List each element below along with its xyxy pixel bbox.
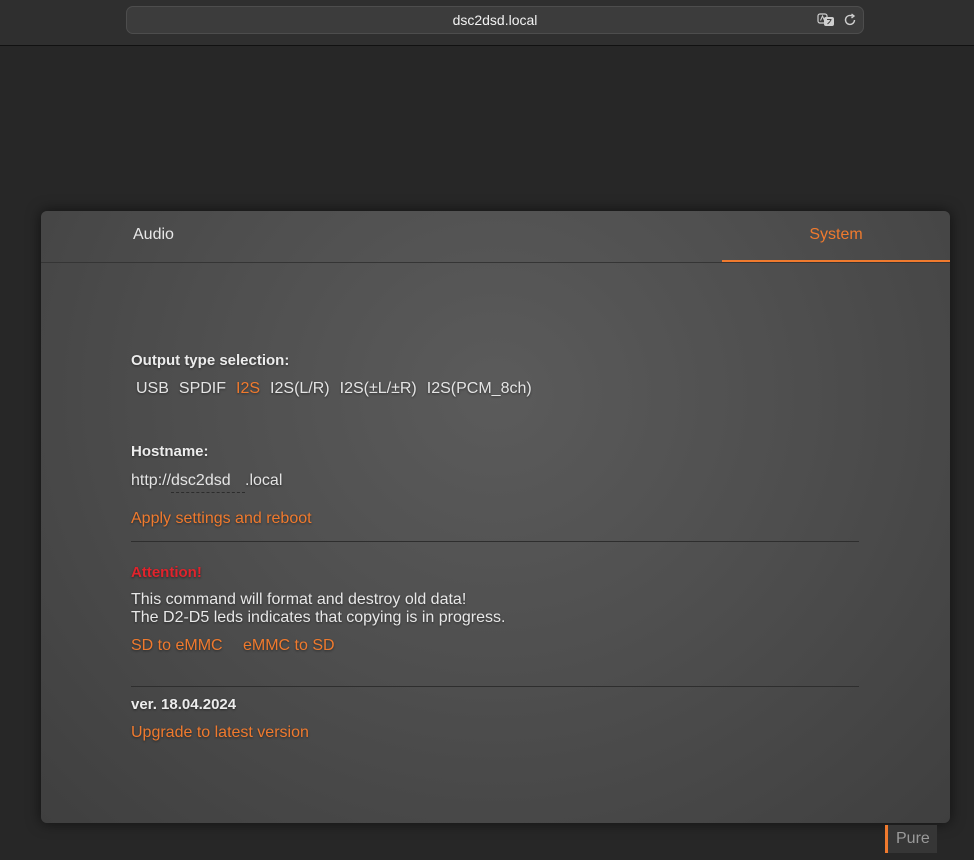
format-warning: This command will format and destroy old… [131, 591, 467, 608]
tab-system[interactable]: System [722, 211, 950, 262]
divider [131, 541, 859, 542]
output-option-i2s-pm-lr[interactable]: I2S(±L/±R) [340, 380, 417, 398]
settings-panel: Audio System Output type selection: USB … [41, 211, 950, 823]
address-bar-icons [817, 7, 857, 33]
upgrade-link[interactable]: Upgrade to latest version [131, 724, 309, 742]
apply-reboot-link[interactable]: Apply settings and reboot [131, 510, 312, 528]
output-option-i2s-pcm-8ch[interactable]: I2S(PCM_8ch) [427, 380, 532, 398]
address-bar-url: dsc2dsd.local [452, 12, 538, 28]
tab-audio[interactable]: Audio [133, 211, 174, 262]
hostname-label: Hostname: [131, 443, 209, 460]
translate-icon[interactable] [817, 13, 835, 27]
output-option-i2s[interactable]: I2S [236, 380, 260, 398]
hostname-input[interactable] [171, 472, 246, 493]
address-bar[interactable]: dsc2dsd.local [126, 6, 864, 34]
output-option-i2s-lr[interactable]: I2S(L/R) [270, 380, 330, 398]
output-option-usb[interactable]: USB [136, 380, 169, 398]
browser-toolbar: dsc2dsd.local [0, 0, 974, 46]
tab-system-label: System [809, 226, 863, 243]
reload-icon[interactable] [843, 13, 857, 27]
hostname-row: http:// .local [131, 472, 282, 493]
leds-info: The D2-D5 leds indicates that copying is… [131, 609, 506, 626]
output-type-options: USB SPDIF I2S I2S(L/R) I2S(±L/±R) I2S(PC… [136, 380, 532, 398]
divider [131, 686, 859, 687]
output-option-spdif[interactable]: SPDIF [179, 380, 226, 398]
hostname-suffix: .local [245, 472, 283, 489]
hostname-prefix: http:// [131, 472, 172, 489]
attention-heading: Attention! [131, 564, 202, 581]
version-label: ver. 18.04.2024 [131, 696, 237, 713]
output-type-label: Output type selection: [131, 352, 290, 369]
emmc-to-sd-link[interactable]: eMMC to SD [243, 637, 335, 655]
pure-button[interactable]: Pure [885, 825, 937, 853]
tab-bar: Audio System [41, 211, 950, 263]
sd-to-emmc-link[interactable]: SD to eMMC [131, 637, 223, 655]
